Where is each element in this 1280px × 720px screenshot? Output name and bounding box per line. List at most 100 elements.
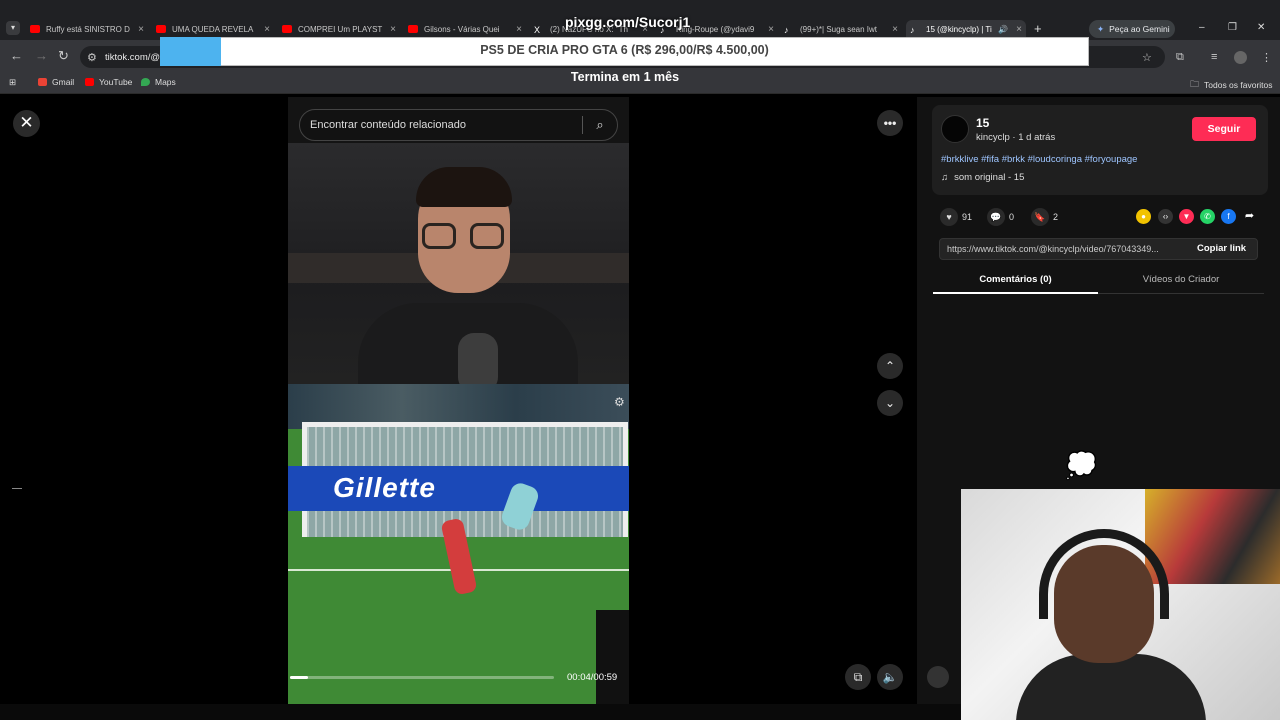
youtube-icon [282,25,292,33]
streamer-webcam [961,489,1280,720]
settings-icon[interactable]: ⚙ [614,395,625,409]
site-info-icon[interactable]: ⚙ [87,51,97,64]
sound-label: som original - 15 [954,172,1025,183]
close-icon[interactable]: × [768,24,774,35]
browser-tab-active[interactable]: ♪ 15 (@kincyclp) | Ti 🔊 × [906,20,1026,38]
restore-button[interactable]: ❐ [1228,22,1237,33]
tab-label: UMA QUEDA REVELA [172,24,254,34]
streamer-hair [416,167,512,207]
bookmark-icon: 🔖 [1031,208,1049,226]
like-button[interactable]: ♥ 91 [940,208,972,226]
close-icon[interactable]: × [264,24,270,35]
gemini-label: Peça ao Gemini [1109,24,1170,34]
close-icon[interactable]: × [1016,24,1022,35]
new-tab-button[interactable]: + [1034,21,1042,36]
forward-button[interactable]: → [35,48,48,63]
tab-label: COMPREI Um PLAYST [298,24,383,34]
embed-icon[interactable]: ‹› [1158,209,1173,224]
empty-comments-illustration: 💭 [1065,450,1098,480]
tiktok-icon: ♪ [910,25,915,35]
related-search-box[interactable]: Encontrar conteúdo relacionado ⌕ [299,109,618,141]
send-icon[interactable]: ▼ [1179,209,1194,224]
gemini-button[interactable]: ✦ Peça ao Gemini [1089,20,1175,38]
reload-button[interactable]: ↻ [58,48,69,64]
tab-search-button[interactable]: ▾ [6,21,20,35]
save-button[interactable]: 🔖 2 [1031,208,1058,226]
commenter-avatar[interactable] [927,666,949,688]
menu-icon[interactable]: ⋮ [1261,51,1272,64]
tab-label: Ruffy está SINISTRO D [46,24,130,34]
follow-button[interactable]: Seguir [1192,117,1256,141]
tab-comments[interactable]: Comentários (0) [933,270,1098,294]
donation-url: pixgg.com/Sucorj1 [565,14,691,30]
heart-icon: ♥ [940,208,958,226]
browser-tab[interactable]: ♪ (99+)*| Suga sean Iwt × [784,20,902,38]
tab-label: 15 (@kincyclp) | Ti [926,24,992,34]
browser-tab[interactable]: COMPREI Um PLAYST × [282,20,400,38]
coin-icon[interactable]: ● [1136,209,1151,224]
speaker-icon[interactable]: 🔊 [998,25,1008,34]
sound-link[interactable]: ♫ som original - 15 [941,172,1024,183]
author-name[interactable]: 15 [976,116,989,130]
comment-icon: 💬 [987,208,1005,226]
back-button[interactable]: ← [10,48,23,63]
gameplay-frame: Gillette [288,384,629,704]
media-icon[interactable]: ≡ [1211,51,1217,63]
video-link[interactable]: https://www.tiktok.com/@kincyclp/video/7… [947,244,1159,254]
tiktok-icon: ♪ [784,25,789,35]
minimize-button[interactable]: – [1199,22,1205,33]
tab-creator-videos[interactable]: Vídeos do Criador [1098,270,1264,294]
streamer-camera-frame [288,143,629,384]
video-hashtags[interactable]: #brkklive #fifa #brkk #loudcoringa #fory… [941,154,1137,165]
author-avatar[interactable] [941,115,969,143]
comment-button[interactable]: 💬 0 [987,208,1014,226]
comment-count: 0 [1009,212,1015,222]
more-options-button[interactable]: ••• [877,110,903,136]
copy-link-button[interactable]: Copiar link [1197,243,1246,254]
volume-button[interactable]: 🔈 [877,664,903,690]
like-count: 91 [962,212,973,222]
search-icon[interactable]: ⌕ [583,117,617,133]
close-icon[interactable]: × [138,24,144,35]
previous-video-button[interactable]: ⌃ [877,353,903,379]
browser-tab[interactable]: Ruffy está SINISTRO D × [30,20,148,38]
author-meta: kincyclp · 1 d atrás [976,132,1056,143]
next-video-button[interactable]: ⌄ [877,390,903,416]
browser-tab[interactable]: Gilsons - Várias Quei × [408,20,526,38]
extensions-icon[interactable]: ⧉ [1176,51,1184,64]
video-progress-bar[interactable] [290,676,554,679]
music-note-icon: ♫ [941,172,949,183]
close-icon[interactable]: × [516,24,522,35]
bookmark-star-icon[interactable]: ☆ [1142,51,1152,64]
save-count: 2 [1053,212,1059,222]
search-input[interactable]: Encontrar conteúdo relacionado [300,119,582,131]
tab-label: Gilsons - Várias Quei [424,24,500,34]
close-icon[interactable]: × [892,24,898,35]
webcam-person-body [1016,654,1206,720]
microphone [458,333,498,384]
progress-fill [290,676,308,679]
close-viewer-button[interactable]: ✕ [13,110,40,137]
taskbar-strip [0,704,961,720]
miniplayer-button[interactable]: ⧉ [845,664,871,690]
youtube-icon [408,25,418,33]
close-icon[interactable]: × [390,24,396,35]
whatsapp-icon[interactable]: ✆ [1200,209,1215,224]
facebook-icon[interactable]: f [1221,209,1236,224]
goal-deadline: Termina em 1 mês [570,70,680,84]
address-text[interactable]: tiktok.com/@ [105,52,160,63]
youtube-icon [156,25,166,33]
close-window-button[interactable]: ✕ [1257,22,1265,33]
x-logo-icon: X [534,25,541,35]
wall-poster [1145,489,1280,584]
share-arrow-icon[interactable]: ➦ [1242,209,1257,224]
youtube-icon [30,25,40,33]
screen: { "browser": { "tabs": [ {"label": "Ruff… [0,0,1280,720]
profile-avatar[interactable] [1234,51,1247,64]
video-timecode: 00:04/00:59 [567,672,618,683]
browser-tab[interactable]: UMA QUEDA REVELA × [156,20,274,38]
divider [12,488,22,489]
sparkle-icon: ✦ [1097,23,1105,34]
tab-label: (99+)*| Suga sean Iwt [800,24,878,34]
goal-text: PS5 DE CRIA PRO GTA 6 (R$ 296,00/R$ 4.50… [480,43,769,57]
